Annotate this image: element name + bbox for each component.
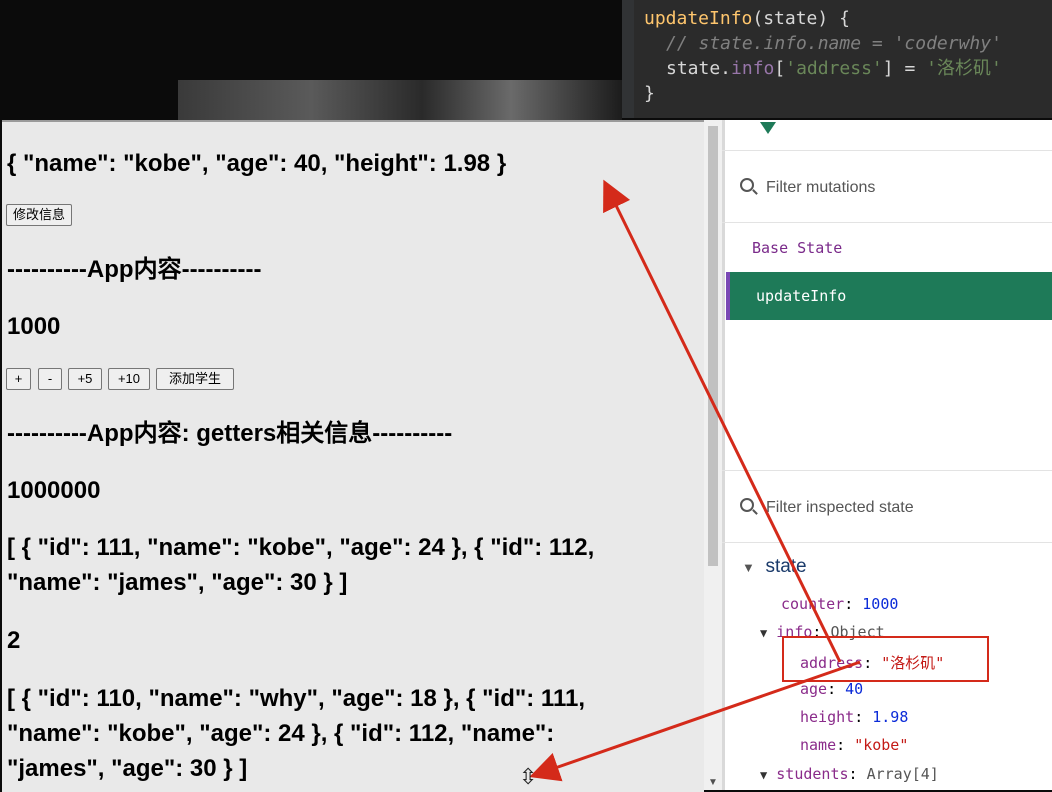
counter-key: counter bbox=[781, 595, 845, 613]
filter-mutations[interactable]: Filter mutations bbox=[740, 178, 875, 197]
expand-arrow-icon[interactable]: ▼ bbox=[742, 560, 755, 575]
filter-mutations-input[interactable]: Filter mutations bbox=[766, 179, 875, 196]
info-key: info bbox=[776, 623, 813, 641]
vue-devtools-panel: Filter mutations Base State updateInfo F… bbox=[722, 120, 1052, 790]
code-value: '洛杉矶' bbox=[926, 58, 1002, 79]
counter-value: 1000 bbox=[7, 313, 61, 340]
expand-arrow-icon[interactable]: ▼ bbox=[760, 768, 767, 782]
expand-arrow-icon[interactable]: ▼ bbox=[760, 626, 767, 640]
add-five-button[interactable]: +5 bbox=[68, 368, 102, 390]
count-value: 2 bbox=[7, 627, 21, 654]
function-params: (state) { bbox=[752, 8, 850, 29]
students-filtered: [ { "id": 111, "name": "kobe", "age": 24… bbox=[7, 534, 595, 596]
name-key: name bbox=[800, 736, 837, 754]
state-label: state bbox=[765, 556, 807, 577]
height-val: 1.98 bbox=[872, 708, 909, 726]
decrement-button[interactable]: - bbox=[38, 368, 62, 390]
filter-state-input[interactable]: Filter inspected state bbox=[766, 499, 914, 516]
age-key: age bbox=[800, 680, 828, 698]
students-type: Array[4] bbox=[866, 765, 939, 783]
code-state: state. bbox=[666, 58, 732, 79]
address-val: "洛杉矶" bbox=[881, 654, 945, 672]
code-line-4: } bbox=[644, 83, 655, 104]
students-all: [ { "id": 110, "name": "why", "age": 18 … bbox=[7, 685, 585, 782]
caret-down-icon bbox=[760, 122, 776, 134]
divider bbox=[722, 542, 1052, 543]
info-json: { "name": "kobe", "age": 40, "height": 1… bbox=[7, 150, 507, 177]
page-scrollbar[interactable]: ▼ bbox=[704, 120, 722, 790]
height-row: height: 1.98 bbox=[800, 708, 909, 726]
function-name: updateInfo bbox=[644, 8, 753, 29]
app-heading: ----------App内容---------- bbox=[7, 256, 262, 283]
students-row[interactable]: ▼ students: Array[4] bbox=[760, 765, 939, 783]
add-ten-button[interactable]: +10 bbox=[108, 368, 150, 390]
code-line-3: state.info['address'] = '洛杉矶' bbox=[666, 58, 1002, 79]
mutation-base-state[interactable]: Base State bbox=[726, 224, 1052, 272]
mutation-update-info[interactable]: updateInfo bbox=[726, 272, 1052, 320]
code-line-2: // state.info.name = 'coderwhy' bbox=[666, 33, 1002, 54]
students-key: students bbox=[776, 765, 849, 783]
name-row: name: "kobe" bbox=[800, 736, 909, 754]
getters-heading: ----------App内容: getters相关信息---------- bbox=[7, 420, 453, 447]
editor-gutter bbox=[622, 0, 634, 118]
browser-page: { "name": "kobe", "age": 40, "height": 1… bbox=[2, 120, 704, 792]
background-photo bbox=[178, 80, 622, 125]
search-icon bbox=[740, 178, 754, 192]
search-icon bbox=[740, 498, 754, 512]
age-val: 40 bbox=[845, 680, 864, 698]
divider bbox=[722, 470, 1052, 471]
filter-inspected-state[interactable]: Filter inspected state bbox=[740, 498, 914, 517]
info-row[interactable]: ▼ info: Object bbox=[760, 623, 885, 641]
divider bbox=[722, 150, 1052, 151]
panel-divider[interactable] bbox=[722, 120, 725, 790]
code-editor: updateInfo(state) { // state.info.name =… bbox=[622, 0, 1052, 118]
add-student-button[interactable]: 添加学生 bbox=[156, 368, 234, 390]
info-type: Object bbox=[830, 623, 885, 641]
address-row: address: "洛杉矶" bbox=[800, 654, 945, 672]
age-row: age: 40 bbox=[800, 680, 864, 698]
height-key: height bbox=[800, 708, 855, 726]
code-key: 'address' bbox=[785, 58, 883, 79]
scroll-down-arrow-icon[interactable]: ▼ bbox=[708, 777, 718, 788]
divider bbox=[722, 222, 1052, 223]
address-key: address bbox=[800, 654, 864, 672]
state-node[interactable]: ▼ state bbox=[742, 556, 807, 578]
code-line-1: updateInfo(state) { bbox=[644, 6, 850, 31]
scroll-thumb[interactable] bbox=[708, 126, 718, 566]
code-prop: info bbox=[731, 58, 775, 79]
counter-row: counter: 1000 bbox=[781, 595, 899, 613]
counter-val: 1000 bbox=[862, 595, 899, 613]
power-counter: 1000000 bbox=[7, 477, 101, 504]
modify-info-button[interactable]: 修改信息 bbox=[6, 204, 73, 226]
name-val: "kobe" bbox=[854, 736, 909, 754]
increment-button[interactable]: + bbox=[6, 368, 31, 390]
code-assign: ] = bbox=[882, 58, 927, 79]
